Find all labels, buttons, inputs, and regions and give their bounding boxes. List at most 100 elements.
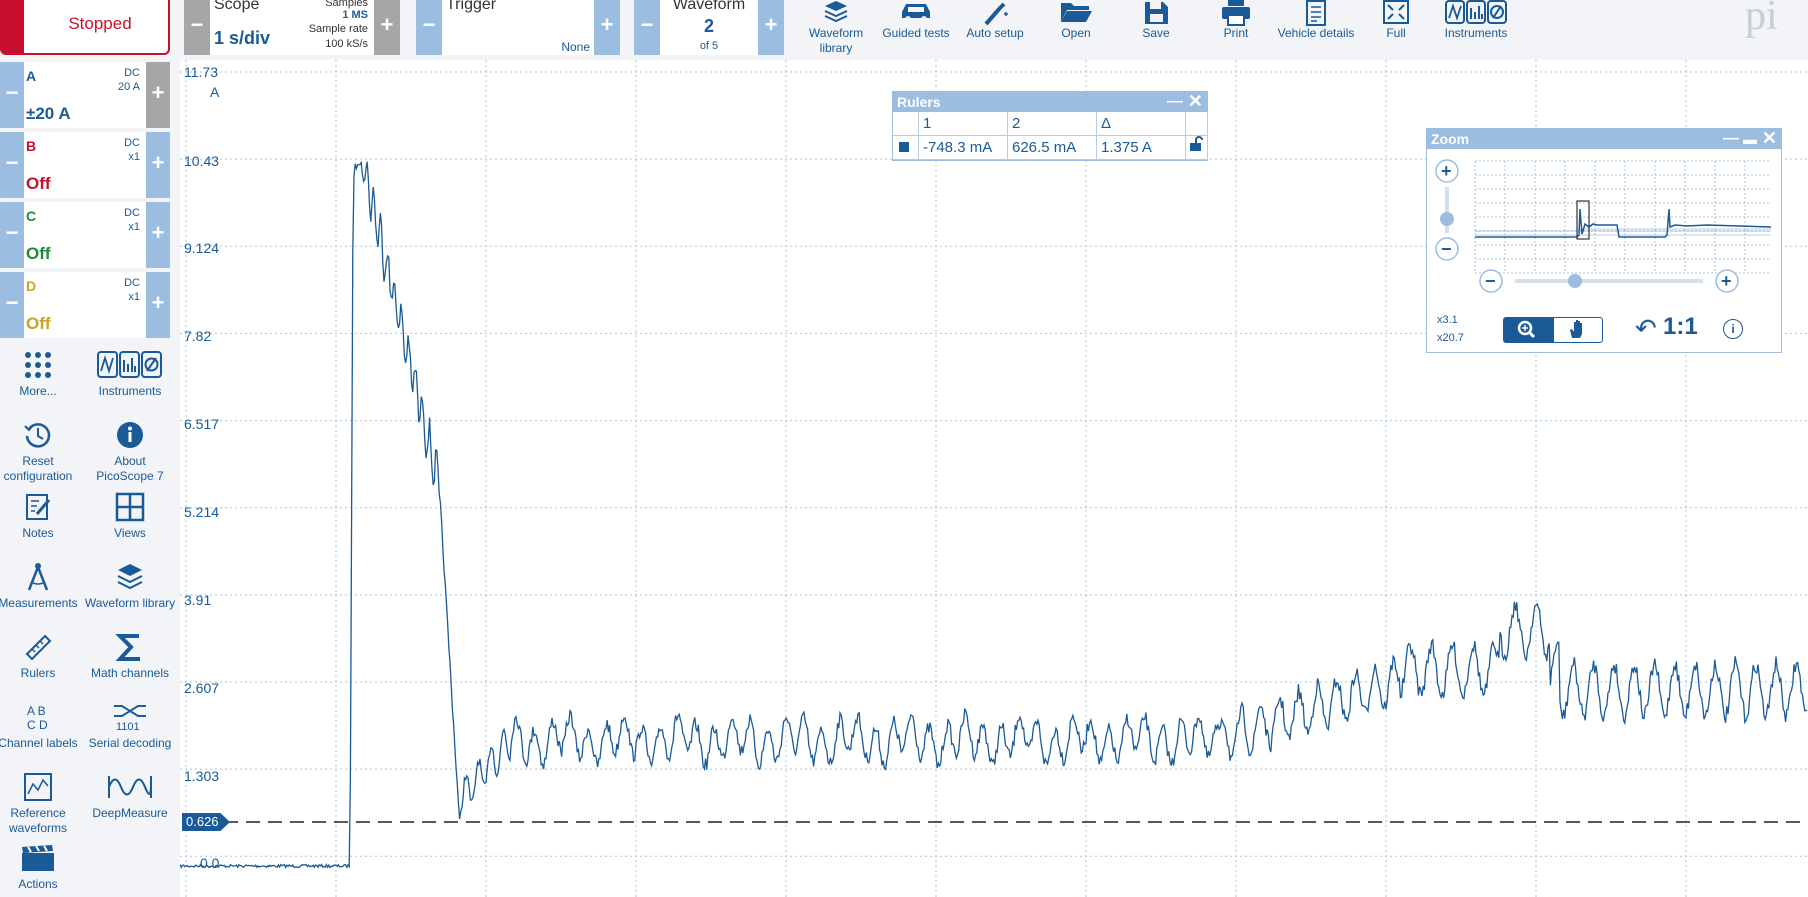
channel-a-range-increase[interactable]: +	[146, 62, 170, 128]
zoom-overview-trace	[1475, 208, 1772, 238]
full-screen-button[interactable]: Full	[1351, 0, 1441, 60]
channel-d-control[interactable]: − D DC x1 Off +	[0, 272, 170, 338]
auto-setup-button[interactable]: Auto setup	[950, 0, 1040, 60]
timebase-value[interactable]: 1 s/div	[214, 28, 270, 49]
channel-b-coupling[interactable]: DC x1	[124, 136, 140, 164]
zoom-reset-ratio[interactable]: 1:1	[1663, 313, 1698, 341]
info-icon	[84, 420, 176, 450]
waveform-library-sidebar-button[interactable]: Waveform library	[84, 562, 176, 611]
channel-a-control[interactable]: − A DC 20 A ±20 A +	[0, 62, 170, 128]
timebase-decrease-button[interactable]: −	[184, 0, 210, 55]
fullscreen-icon	[1351, 0, 1441, 26]
undo-zoom-icon[interactable]: ↶	[1635, 313, 1657, 344]
run-status-label: Stopped	[68, 14, 132, 33]
measurements-button[interactable]: Measurements	[0, 562, 84, 611]
vehicle-details-button[interactable]: Vehicle details	[1271, 0, 1361, 60]
sample-rate-value[interactable]: 100 kS/s	[325, 38, 368, 50]
horizontal-zoom-thumb[interactable]	[1568, 274, 1582, 288]
ruler-marker-tag[interactable]: 0.626	[182, 813, 230, 831]
zoom-window-title[interactable]: Zoom — ▬ ✕	[1427, 128, 1781, 149]
trigger-control[interactable]: − Trigger None +	[416, 0, 620, 55]
reset-configuration-button[interactable]: Reset configuration	[0, 420, 84, 484]
y-tick-label: 6.517	[184, 416, 220, 432]
channel-b-state[interactable]: Off	[26, 174, 51, 194]
trigger-mode-value[interactable]: None	[561, 40, 590, 54]
channel-a-coupling[interactable]: DC 20 A	[118, 66, 140, 94]
scope-control[interactable]: − Scope 1 s/div Samples 1 MS Sample rate…	[184, 0, 400, 55]
instruments-sidebar-button[interactable]: Instruments	[84, 350, 176, 399]
vertical-zoom-thumb[interactable]	[1440, 212, 1454, 226]
actions-button[interactable]: Actions	[0, 843, 84, 892]
maximize-icon[interactable]: ▬	[1743, 129, 1757, 149]
reference-waveforms-button[interactable]: Reference waveforms	[0, 772, 84, 836]
more-label: More...	[19, 384, 57, 398]
channel-d-state[interactable]: Off	[26, 314, 51, 334]
waveform-previous-button[interactable]: −	[634, 0, 660, 55]
timebase-increase-button[interactable]: +	[374, 0, 400, 55]
channel-a-name: A	[26, 68, 37, 84]
lock-icon[interactable]	[1186, 136, 1208, 160]
channel-d-coupling-value: DC	[124, 277, 140, 289]
instruments-toolbar-button[interactable]: Instruments	[1431, 0, 1521, 60]
zoom-y-factor: x20.7	[1437, 332, 1464, 344]
more-button[interactable]: More...	[0, 350, 84, 399]
channel-c-coupling[interactable]: DC x1	[124, 206, 140, 234]
channel-labels-button[interactable]: A BC D Channel labels	[0, 702, 84, 751]
rulers-window[interactable]: Rulers — ✕ 1 2 Δ -748.3 mA 626.5 mA 1.37…	[892, 91, 1208, 161]
deepmeasure-button[interactable]: DeepMeasure	[84, 772, 176, 821]
close-icon[interactable]: ✕	[1188, 91, 1203, 111]
waveform-control[interactable]: − Waveform 2 of 5 +	[634, 0, 784, 55]
guided-tests-label: Guided tests	[882, 26, 950, 40]
channel-c-range-decrease[interactable]: −	[0, 202, 24, 268]
waveform-next-button[interactable]: +	[758, 0, 784, 55]
waveform-library-label: Waveform library	[808, 26, 864, 55]
channel-c-range-increase[interactable]: +	[146, 202, 170, 268]
trigger-increase-button[interactable]: +	[594, 0, 620, 55]
channel-b-control[interactable]: − B DC x1 Off +	[0, 132, 170, 198]
about-button[interactable]: About PicoScope 7	[84, 420, 176, 484]
info-icon[interactable]: i	[1723, 319, 1743, 339]
minimize-icon[interactable]: —	[1167, 92, 1183, 112]
trigger-title: Trigger	[446, 0, 497, 13]
sample-rate-label: Sample rate	[308, 23, 368, 35]
notes-button[interactable]: Notes	[0, 492, 84, 541]
rulers-button[interactable]: Rulers	[0, 632, 84, 681]
trigger-decrease-button[interactable]: −	[416, 0, 442, 55]
samples-value[interactable]: 1 MS	[342, 9, 368, 21]
channel-d-coupling[interactable]: DC x1	[124, 276, 140, 304]
pan-tool-button[interactable]	[1553, 317, 1603, 343]
folder-open-icon	[1031, 0, 1121, 26]
save-button[interactable]: Save	[1111, 0, 1201, 60]
waveform-library-button[interactable]: Waveform library	[791, 0, 881, 60]
zoom-tool-button[interactable]	[1503, 317, 1553, 343]
channel-d-range-decrease[interactable]: −	[0, 272, 24, 338]
channel-c-control[interactable]: − C DC x1 Off +	[0, 202, 170, 268]
channel-labels-label: Channel labels	[0, 736, 78, 750]
dots-grid-icon	[0, 350, 84, 380]
guided-tests-button[interactable]: Guided tests	[871, 0, 961, 60]
svg-text:C D: C D	[27, 718, 48, 732]
print-button[interactable]: Print	[1191, 0, 1281, 60]
serial-decoding-button[interactable]: 1101 Serial decoding	[84, 702, 176, 751]
channel-b-range-increase[interactable]: +	[146, 132, 170, 198]
close-icon[interactable]: ✕	[1762, 128, 1777, 148]
run-stop-button[interactable]: Stopped	[0, 0, 170, 55]
open-button[interactable]: Open	[1031, 0, 1121, 60]
channel-c-state[interactable]: Off	[26, 244, 51, 264]
channel-a-range[interactable]: ±20 A	[26, 104, 71, 124]
clapperboard-icon	[0, 843, 84, 873]
math-channels-button[interactable]: Math channels	[84, 632, 176, 681]
waveform-number[interactable]: 2	[660, 16, 758, 37]
channel-b-range-decrease[interactable]: −	[0, 132, 24, 198]
views-button[interactable]: Views	[84, 492, 176, 541]
sigma-icon	[84, 632, 176, 662]
print-label: Print	[1223, 26, 1249, 40]
channel-d-range-increase[interactable]: +	[146, 272, 170, 338]
rulers-window-title[interactable]: Rulers — ✕	[893, 91, 1207, 112]
zoom-window[interactable]: Zoom — ▬ ✕ + − − + x3.1 x20.7 ↶ 1:1 i	[1426, 128, 1782, 353]
channel-a-range-decrease[interactable]: −	[0, 62, 24, 128]
channel-a-coupling-value: DC	[124, 67, 140, 79]
channel-c-coupling-value: DC	[124, 207, 140, 219]
checklist-icon	[1271, 0, 1361, 26]
minimize-icon[interactable]: —	[1723, 129, 1739, 149]
